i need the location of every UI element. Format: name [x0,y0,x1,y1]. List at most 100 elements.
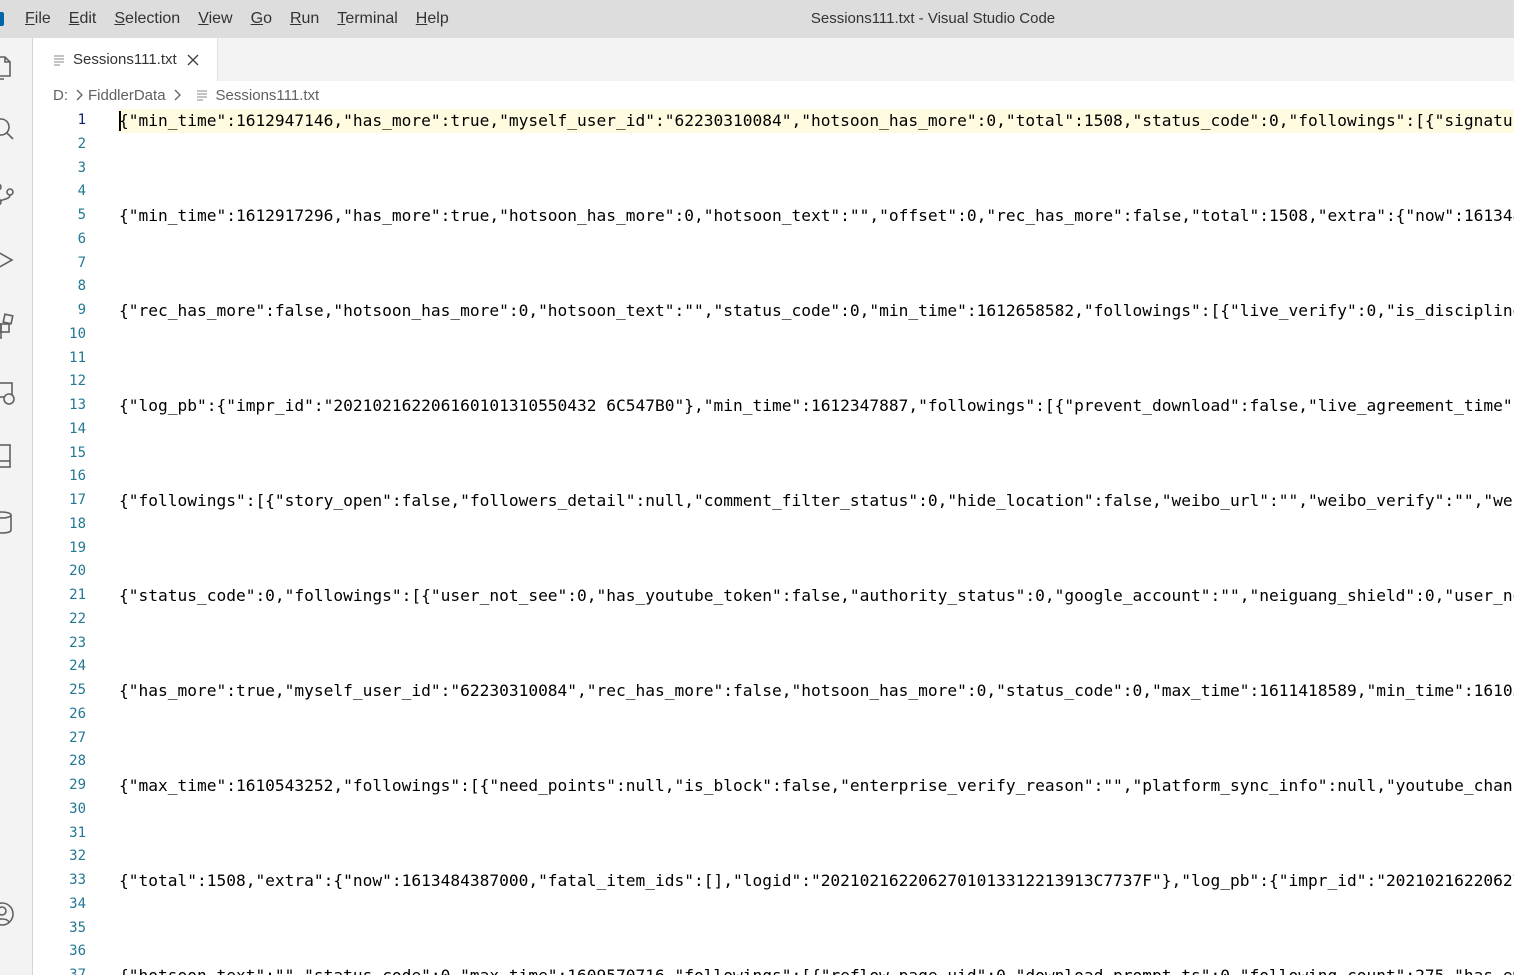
line-number[interactable]: 21 [33,584,86,608]
line-number[interactable]: 26 [33,703,86,727]
run-debug-icon[interactable] [0,246,16,274]
menu-terminal[interactable]: Terminal [328,0,406,38]
menu-file-mnemonic: F [25,10,35,27]
menu-go-label: o [263,10,272,27]
line-number[interactable]: 30 [33,798,86,822]
breadcrumb-folder[interactable]: FiddlerData [88,87,166,104]
search-icon[interactable] [0,114,16,142]
line-number[interactable]: 23 [33,632,86,656]
breadcrumb-file[interactable]: Sessions111.txt [216,87,320,104]
line-number[interactable]: 13 [33,394,86,418]
menu-file[interactable]: File [16,0,60,38]
menu-selection[interactable]: Selection [105,0,189,38]
line-number[interactable]: 6 [33,228,86,252]
code-line[interactable]: {"hotsoon_text":"","status_code":0,"max_… [119,964,1514,975]
vscode-logo-icon[interactable] [0,12,4,26]
menu-go[interactable]: Go [242,0,281,38]
menu-help[interactable]: Help [407,0,458,38]
line-number[interactable]: 22 [33,608,86,632]
menu-bar: File Edit Selection View Go Run Terminal… [16,0,458,38]
menu-file-label: ile [34,10,51,27]
tab-label: Sessions111.txt [73,51,177,68]
menu-help-mnemonic: H [415,10,428,27]
menu-edit[interactable]: Edit [60,0,106,38]
code-line[interactable]: {"log_pb":{"impr_id":"202102162206160101… [119,394,1514,418]
line-number[interactable]: 31 [33,822,86,846]
close-icon[interactable] [186,53,200,67]
remote-explorer-icon[interactable] [0,378,16,406]
code-line[interactable]: {"has_more":true,"myself_user_id":"62230… [119,679,1514,703]
line-number-gutter: 1 2 3 4 5 6 7 8 9 10 11 12 13 14 15 16 17 18 19 20 21 22 23 24 2… [33,109,118,975]
line-number[interactable]: 12 [33,370,86,394]
source-control-icon[interactable] [0,180,16,208]
chevron-right-icon [174,89,181,101]
text-cursor [119,111,121,131]
code-line[interactable]: {"min_time":1612917296,"has_more":true,"… [119,204,1514,228]
code-line[interactable]: {"status_code":0,"followings":[{"user_no… [119,584,1514,608]
window-title: Sessions111.txt - Visual Studio Code [810,10,1056,27]
menu-selection-label: election [125,10,181,27]
code-line[interactable]: {"followings":[{"story_open":false,"foll… [119,489,1514,513]
line-number[interactable]: 24 [33,655,86,679]
line-number[interactable]: 27 [33,727,86,751]
line-number[interactable]: 14 [33,418,86,442]
code-area[interactable]: {"min_time":1612947146,"has_more":true,"… [119,109,1514,975]
editor-tab-strip: Sessions111.txt [33,38,1514,81]
line-number[interactable]: 15 [33,442,86,466]
vscode-window: File Edit Selection View Go Run Terminal… [0,0,1514,975]
menu-view-label: iew [208,10,233,27]
line-number[interactable]: 18 [33,513,86,537]
code-line[interactable]: {"total":1508,"extra":{"now":16134843870… [119,869,1514,893]
menu-run[interactable]: Run [281,0,328,38]
code-line[interactable]: {"min_time":1612947146,"has_more":true,"… [119,109,1514,133]
line-number[interactable]: 1 [33,109,86,133]
account-icon[interactable] [0,900,16,928]
line-number[interactable]: 37 [33,964,86,975]
menu-edit-label: dit [79,10,97,27]
line-number[interactable]: 7 [33,252,86,276]
line-number[interactable]: 34 [33,893,86,917]
menu-help-label: elp [427,10,449,27]
extensions-icon[interactable] [0,312,16,340]
line-number[interactable]: 10 [33,323,86,347]
menu-view[interactable]: View [189,0,241,38]
code-line[interactable]: {"max_time":1610543252,"followings":[{"n… [119,774,1514,798]
line-number[interactable]: 8 [33,275,86,299]
text-editor[interactable]: 1 2 3 4 5 6 7 8 9 10 11 12 13 14 15 16 17 18 19 20 21 22 23 24 2… [33,109,1514,975]
line-number[interactable]: 4 [33,180,86,204]
book-icon[interactable] [0,442,16,470]
line-number[interactable]: 36 [33,940,86,964]
editor-tab-sessions111[interactable]: Sessions111.txt [33,38,218,81]
file-text-icon [196,90,207,101]
line-number[interactable]: 29 [33,774,86,798]
line-number[interactable]: 33 [33,869,86,893]
menu-go-mnemonic: G [250,10,264,27]
menu-view-mnemonic: V [198,10,209,27]
line-number[interactable]: 9 [33,299,86,323]
menu-edit-mnemonic: E [68,10,80,27]
activity-bar [0,38,33,975]
code-line[interactable]: {"rec_has_more":false,"hotsoon_has_more"… [119,299,1514,323]
file-text-icon [54,55,64,65]
explorer-icon[interactable] [0,52,16,80]
line-number[interactable]: 35 [33,917,86,941]
line-number[interactable]: 2 [33,133,86,157]
line-number[interactable]: 5 [33,204,86,228]
breadcrumb-drive[interactable]: D: [53,87,68,104]
menu-run-label: un [301,10,320,27]
line-number[interactable]: 3 [33,157,86,181]
line-number[interactable]: 25 [33,679,86,703]
title-bar: File Edit Selection View Go Run Terminal… [0,0,1514,38]
breadcrumb: D: FiddlerData Sessions111.txt [33,81,1514,109]
menu-selection-mnemonic: S [114,10,126,27]
line-number[interactable]: 32 [33,845,86,869]
line-number[interactable]: 19 [33,537,86,561]
chevron-right-icon [76,89,83,101]
line-number[interactable]: 16 [33,465,86,489]
line-number[interactable]: 28 [33,750,86,774]
line-number[interactable]: 17 [33,489,86,513]
line-number[interactable]: 11 [33,347,86,371]
menu-run-mnemonic: R [289,10,302,27]
line-number[interactable]: 20 [33,560,86,584]
database-icon[interactable] [0,508,16,536]
